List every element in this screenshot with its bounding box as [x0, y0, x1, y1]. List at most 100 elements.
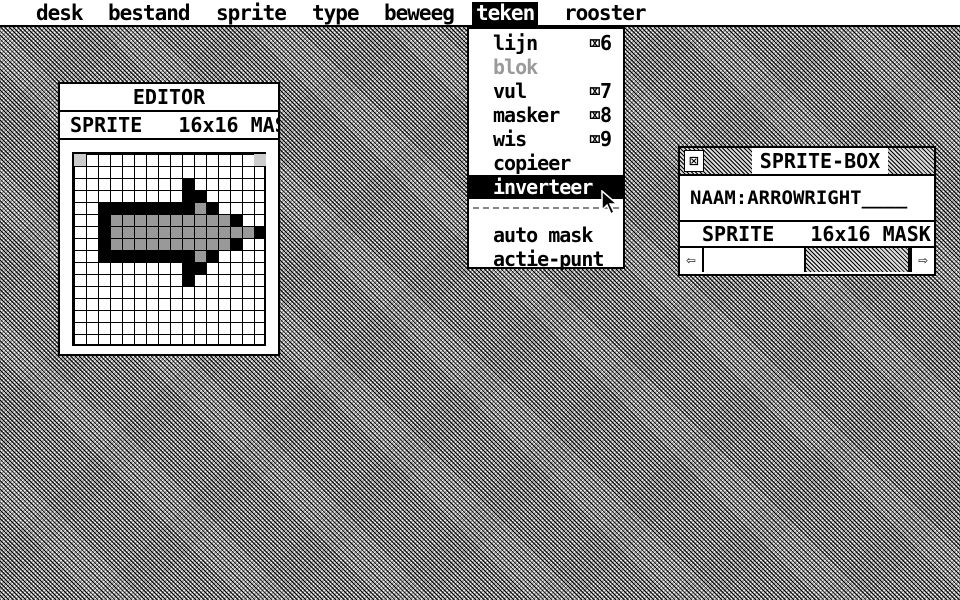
menu-item-label: wis [493, 127, 527, 151]
shortcut-label: ⌧6 [588, 31, 612, 55]
sprite-pixel [182, 238, 194, 250]
mouse-pointer-icon [601, 190, 619, 216]
scroll-left-icon[interactable]: ⇦ [680, 248, 704, 272]
sprite-pixel [182, 202, 194, 214]
sprite-pixel [206, 238, 218, 250]
sprite-pixel [110, 250, 122, 262]
menu-item-copieer[interactable]: copieer [469, 151, 623, 175]
sprite-pixel [182, 250, 194, 262]
sprite-pixel [134, 250, 146, 262]
editor-window: EDITOR SPRITE 16x16 MAS [58, 82, 280, 356]
horizontal-scrollbar[interactable]: ⇦ ⇨ [680, 248, 934, 274]
menu-teken[interactable]: teken [472, 2, 539, 25]
sprite-pixel [206, 250, 218, 262]
scrollbar-thumb[interactable] [804, 248, 910, 272]
sprite-pixel [98, 202, 110, 214]
menu-sprite[interactable]: sprite [212, 2, 290, 25]
sprite-pixel [230, 214, 242, 226]
sprite-pixel [182, 262, 194, 274]
sprite-pixel [158, 214, 170, 226]
sprite-pixel [182, 226, 194, 238]
sprite-pixel [218, 226, 230, 238]
corner-marker [74, 154, 86, 166]
sprite-pixel [158, 202, 170, 214]
menu-item-label: blok [493, 55, 538, 79]
sprite-pixel [98, 238, 110, 250]
sprite-pixel [110, 226, 122, 238]
sprite-pixel [110, 238, 122, 250]
sprite-pixel [98, 214, 110, 226]
sprite-pixel [134, 214, 146, 226]
sprite-pixel [194, 202, 206, 214]
menu-bar: desk bestand sprite type beweeg teken ro… [0, 0, 960, 27]
sprite-pixel [146, 226, 158, 238]
sprite-pixel [230, 238, 242, 250]
sprite-pixel [122, 214, 134, 226]
editor-title[interactable]: EDITOR [60, 84, 278, 112]
corner-marker [254, 154, 266, 166]
sprite-pixel [122, 226, 134, 238]
sprite-pixel [122, 250, 134, 262]
sprite-pixel [170, 238, 182, 250]
menu-item-actie-punt[interactable]: actie-punt [469, 247, 623, 271]
menu-item-label: auto mask [493, 223, 593, 247]
sprite-pixel [134, 238, 146, 250]
sprite-pixel [182, 190, 194, 202]
sprite-pixel [98, 226, 110, 238]
menu-desk[interactable]: desk [32, 2, 87, 25]
scroll-right-icon[interactable]: ⇨ [910, 248, 934, 272]
teken-dropdown-menu: lijn ⌧6 blok vul ⌧7 masker ⌧8 wis ⌧9 cop… [467, 27, 625, 271]
sprite-pixel [170, 226, 182, 238]
sprite-pixel [218, 214, 230, 226]
sprite-pixel [182, 274, 194, 286]
sprite-pixel [206, 226, 218, 238]
menu-item-label: vul [493, 79, 527, 103]
menu-rooster[interactable]: rooster [560, 2, 650, 25]
menu-bestand[interactable]: bestand [104, 2, 194, 25]
sprite-pixel [170, 250, 182, 262]
menu-item-label: lijn [493, 31, 538, 55]
sprite-pixel [98, 250, 110, 262]
menu-item-vul[interactable]: vul ⌧7 [469, 79, 623, 103]
sprite-pixel [194, 250, 206, 262]
sprite-box-title: SPRITE-BOX [752, 148, 888, 174]
sprite-box-info: SPRITE 16x16 MASK [680, 222, 934, 248]
menu-item-masker[interactable]: masker ⌧8 [469, 103, 623, 127]
sprite-name-field[interactable]: NAAM:ARROWRIGHT____ [680, 176, 934, 222]
sprite-pixel-grid[interactable] [72, 152, 266, 346]
sprite-pixel [182, 178, 194, 190]
sprite-pixel [158, 238, 170, 250]
close-icon[interactable]: ⊠ [684, 150, 704, 172]
sprite-pixel [170, 202, 182, 214]
sprite-pixel [146, 250, 158, 262]
sprite-pixel [194, 226, 206, 238]
sprite-pixel [146, 214, 158, 226]
sprite-pixel [242, 226, 254, 238]
sprite-pixel [230, 226, 242, 238]
sprite-box-window: ⊠ SPRITE-BOX NAAM:ARROWRIGHT____ SPRITE … [678, 146, 936, 276]
menu-item-auto-mask[interactable]: auto mask [469, 223, 623, 247]
menu-item-lijn[interactable]: lijn ⌧6 [469, 31, 623, 55]
menu-item-wis[interactable]: wis ⌧9 [469, 127, 623, 151]
sprite-pixel [134, 226, 146, 238]
sprite-pixel [122, 202, 134, 214]
menu-item-label: inverteer [493, 175, 593, 199]
sprite-pixel [206, 202, 218, 214]
sprite-box-titlebar[interactable]: ⊠ SPRITE-BOX [680, 148, 934, 176]
sprite-pixel [146, 238, 158, 250]
menu-separator [473, 207, 619, 213]
sprite-pixel [170, 214, 182, 226]
sprite-pixel [254, 226, 266, 238]
sprite-pixel [194, 238, 206, 250]
menu-type[interactable]: type [308, 2, 363, 25]
menu-beweeg[interactable]: beweeg [380, 2, 458, 25]
sprite-pixel [182, 214, 194, 226]
shortcut-label: ⌧7 [588, 79, 612, 103]
sprite-pixel [194, 190, 206, 202]
sprite-pixel [134, 202, 146, 214]
sprite-pixel [194, 214, 206, 226]
sprite-pixel [218, 238, 230, 250]
sprite-pixel [122, 238, 134, 250]
menu-item-blok: blok [469, 55, 623, 79]
menu-item-label: masker [493, 103, 560, 127]
